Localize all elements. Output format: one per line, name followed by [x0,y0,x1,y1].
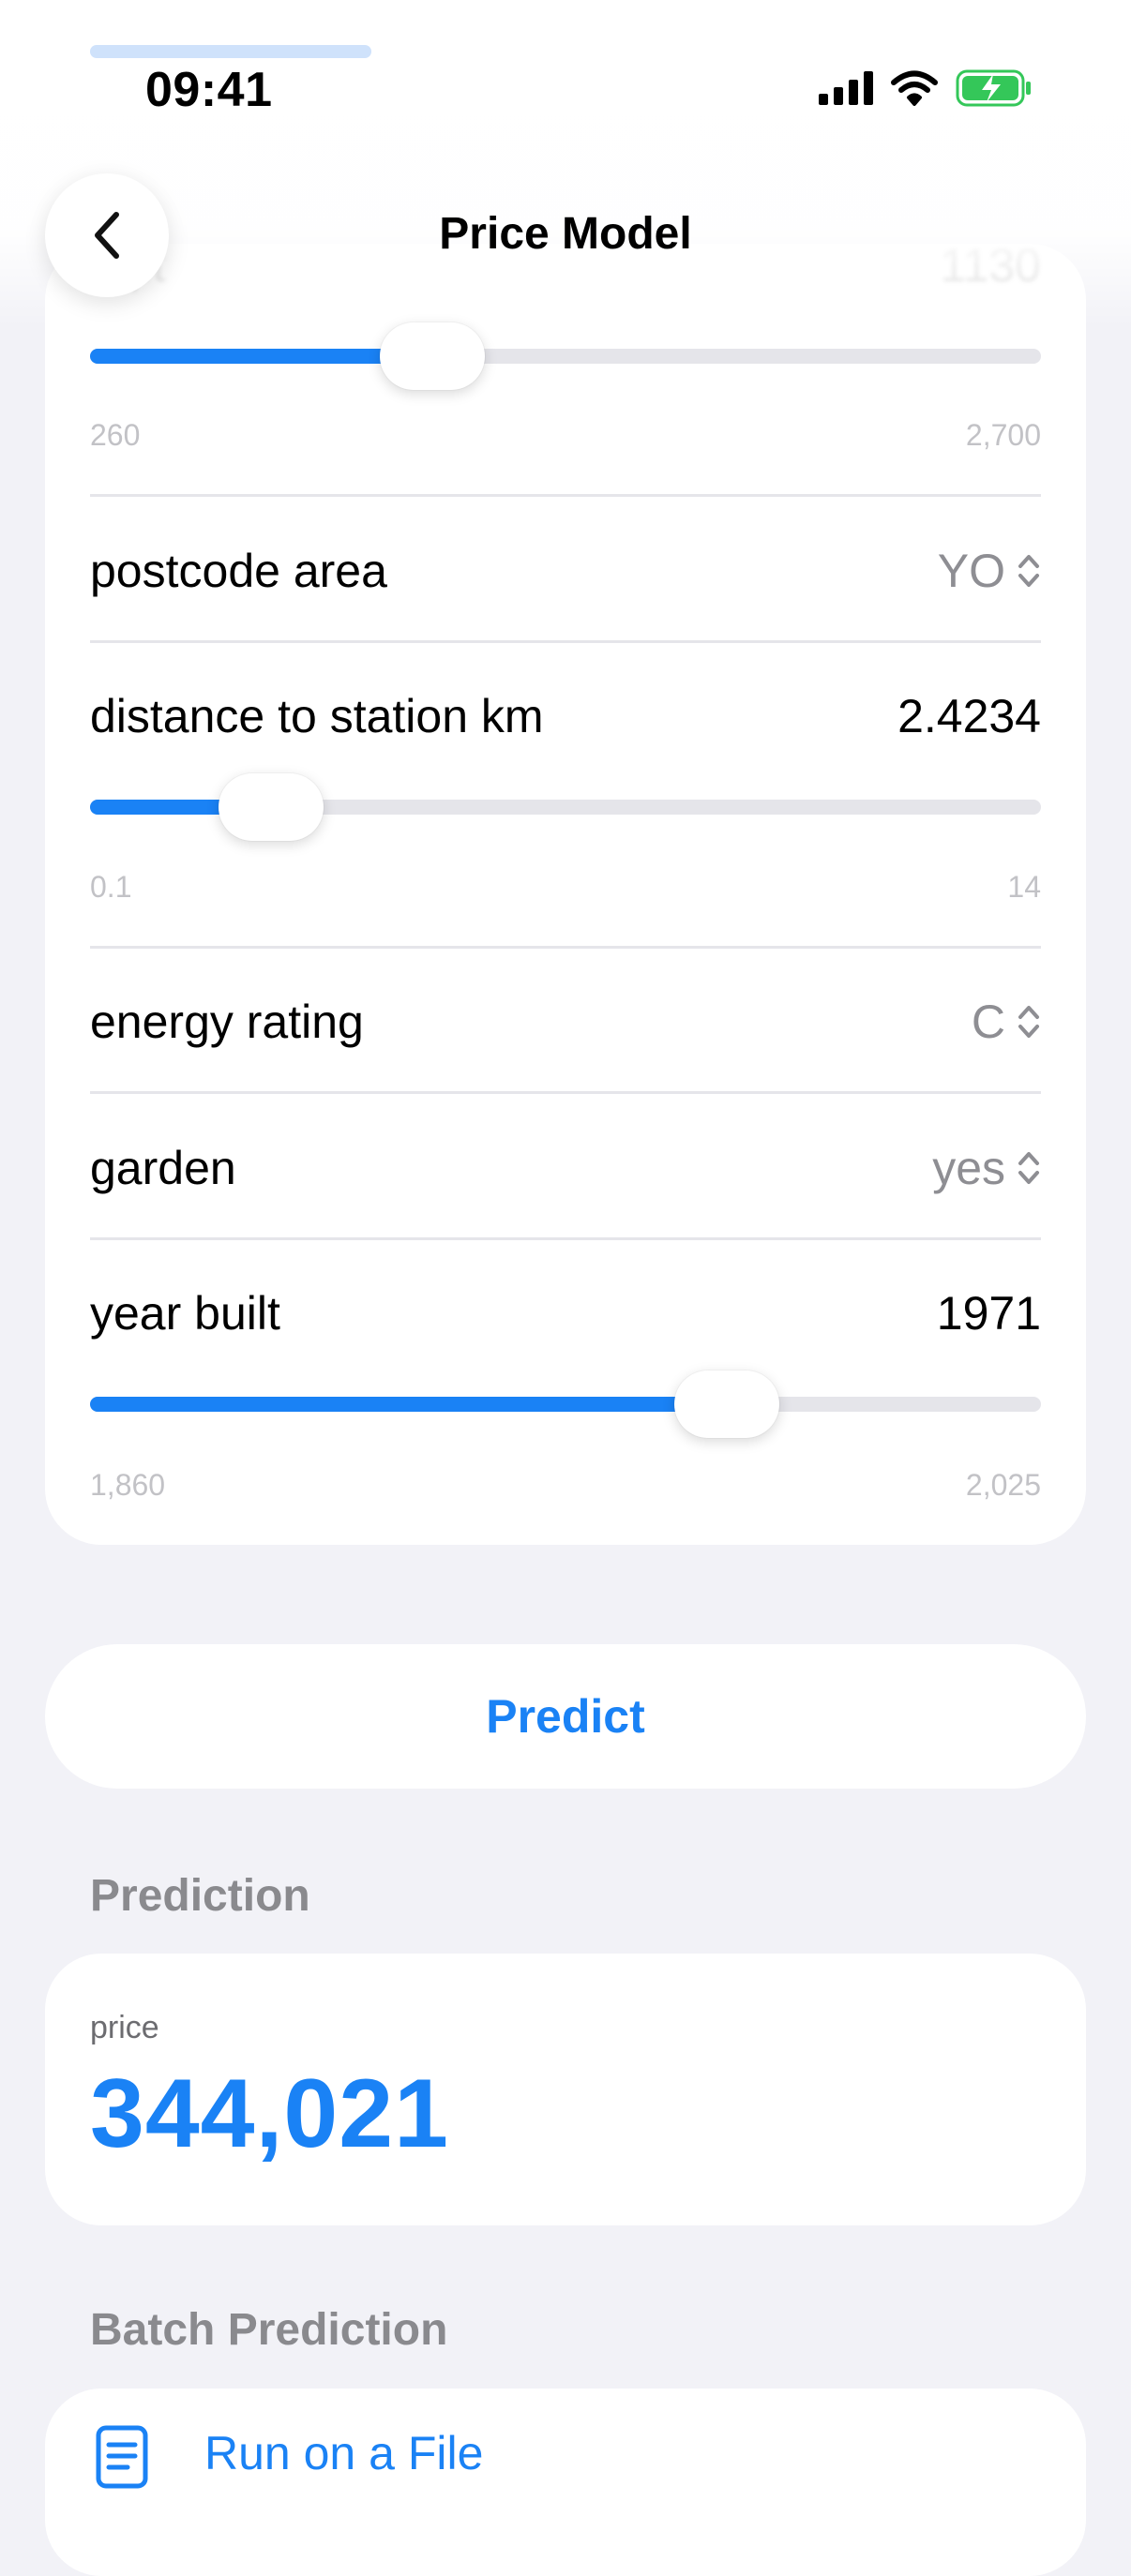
prediction-label: price [90,2010,159,2045]
year-built-label: year built [90,1287,280,1340]
chevron-up-down-icon [1018,555,1039,587]
chevron-up-down-icon [1018,1006,1039,1038]
batch-card[interactable] [45,2389,1086,2576]
year-built-slider-fill [90,1397,728,1412]
status-icons [819,69,1033,107]
model-input-card [45,244,1086,1545]
distance-max: 14 [1007,870,1041,904]
sqft-slider-thumb[interactable] [380,322,486,390]
year-built-slider-thumb[interactable] [674,1370,780,1438]
chevron-up-down-icon [1018,1152,1039,1184]
divider [90,640,1041,643]
distance-min: 0.1 [90,870,132,904]
wifi-icon [891,70,938,106]
energy-rating-picker[interactable]: C [972,995,1041,1049]
garden-label: garden [90,1142,236,1194]
energy-rating-value: C [971,996,1005,1048]
garden-picker[interactable]: yes [932,1141,1041,1195]
prediction-section-title: Prediction [90,1871,310,1921]
sqft-min: 260 [90,418,141,452]
year-built-slider[interactable] [90,1370,1041,1438]
postcode-area-label: postcode area [90,545,387,597]
divider [90,946,1041,949]
year-built-min: 1,860 [90,1468,166,1502]
status-time: 09:41 [145,63,273,117]
divider [90,1091,1041,1094]
document-icon [94,2424,150,2494]
distance-label: distance to station km [90,690,544,742]
distance-slider-thumb[interactable] [218,773,324,841]
batch-section-title: Batch Prediction [90,2305,448,2355]
cellular-signal-icon [819,71,873,105]
sqft-max: 2,700 [965,418,1041,452]
chevron-left-icon [95,212,119,259]
scroll-hint [90,45,371,58]
year-built-value: 1971 [936,1287,1041,1340]
postcode-area-value: YO [937,545,1005,597]
back-button[interactable] [45,173,169,297]
page-title: Price Model [439,209,692,259]
divider [90,494,1041,497]
energy-rating-label: energy rating [90,996,364,1048]
run-on-file-button[interactable]: Run on a File [204,2426,483,2480]
postcode-area-picker[interactable]: YO [938,544,1041,598]
divider [90,1237,1041,1240]
prediction-value: 344,021 [90,2059,449,2168]
distance-slider[interactable] [90,773,1041,841]
sqft-slider[interactable] [90,322,1041,390]
garden-value: yes [932,1142,1005,1194]
battery-charging-icon [956,69,1031,107]
year-built-max: 2,025 [965,1468,1041,1502]
distance-value: 2.4234 [897,690,1041,742]
predict-button[interactable]: Predict [45,1644,1086,1789]
